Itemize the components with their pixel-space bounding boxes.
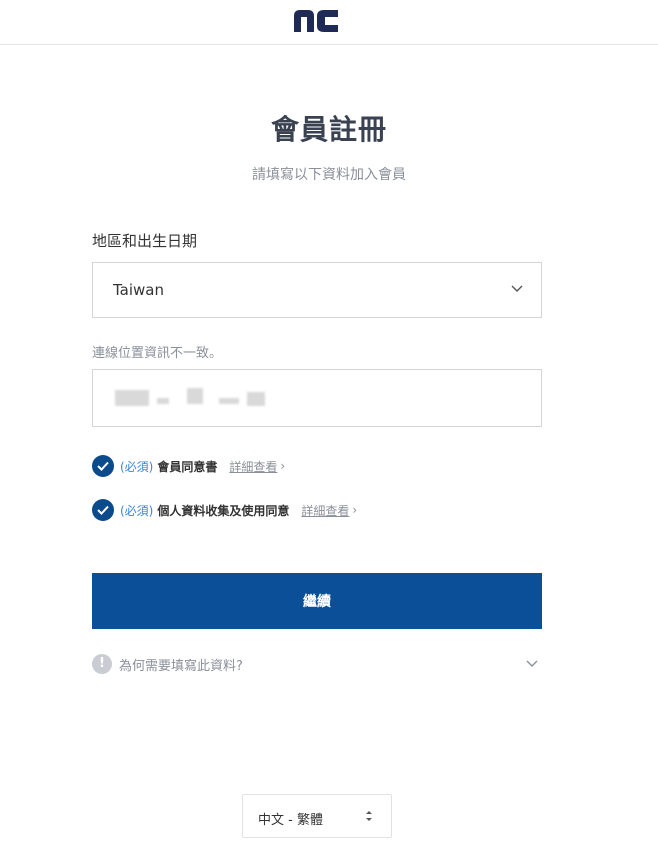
why-info-text: 為何需要填寫此資料? xyxy=(119,659,243,674)
birth-date-input[interactable] xyxy=(93,370,541,426)
required-tag: (必須) xyxy=(120,503,154,518)
check-circle-icon[interactable] xyxy=(92,499,114,521)
agreement-terms[interactable]: (必須) 會員同意書 詳細查看 › xyxy=(92,454,285,478)
language-selected-value: 中文 - 繁體 xyxy=(258,813,323,828)
birth-date-field[interactable] xyxy=(92,369,542,427)
chevron-right-icon: › xyxy=(280,459,286,473)
region-select[interactable]: Taiwan xyxy=(92,262,542,318)
check-circle-icon[interactable] xyxy=(92,455,114,477)
chevron-down-icon xyxy=(511,285,523,292)
language-select[interactable]: 中文 - 繁體 xyxy=(242,794,392,838)
view-details-link[interactable]: 詳細查看 xyxy=(229,458,277,475)
header-bar xyxy=(0,0,658,45)
chevron-down-icon xyxy=(526,660,538,667)
agreement-privacy[interactable]: (必須) 個人資料收集及使用同意 詳細查看 › xyxy=(92,498,357,522)
region-label: 地區和出生日期 xyxy=(92,232,198,250)
agreement-label: 會員同意書 xyxy=(157,459,218,474)
region-selected-value: Taiwan xyxy=(113,281,165,299)
why-info-toggle[interactable]: ! 為何需要填寫此資料? xyxy=(92,652,542,676)
required-tag: (必須) xyxy=(120,459,154,474)
chevron-right-icon: › xyxy=(352,503,358,517)
agreement-label: 個人資料收集及使用同意 xyxy=(157,503,290,518)
continue-button[interactable]: 繼續 xyxy=(92,573,542,629)
info-icon: ! xyxy=(92,654,112,674)
view-details-link[interactable]: 詳細查看 xyxy=(301,502,349,519)
location-notice: 連線位置資訊不一致。 xyxy=(92,346,223,361)
sort-arrows-icon xyxy=(366,811,372,821)
page-subtitle: 請填寫以下資料加入會員 xyxy=(252,167,406,183)
page-title: 會員註冊 xyxy=(270,113,387,146)
nc-logo-icon[interactable] xyxy=(292,8,340,34)
